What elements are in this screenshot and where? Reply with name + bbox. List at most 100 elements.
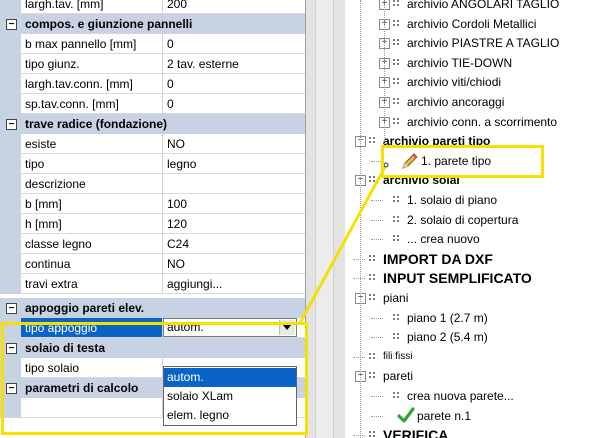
property-name: classe legno [25,237,92,251]
tree-connector [371,200,383,201]
property-value[interactable]: 0 [167,74,174,94]
property-row[interactable]: tipo appoggio autom. [0,318,305,338]
tree-node[interactable]: − archivio solai [345,170,592,190]
collapse-toggle-icon[interactable]: − [6,303,17,314]
property-value[interactable]: NO [167,134,185,154]
node-grip-icon [393,196,401,204]
property-value[interactable]: 120 [167,214,187,234]
tree-node-label: archivio pareti tipo [383,134,491,149]
tree-node[interactable]: piano 1 (2.7 m) [345,308,592,328]
row-gutter [0,74,21,94]
tree-node-label: parete n.1 [417,408,472,423]
tree-node[interactable]: + archivio PIASTRE A TAGLIO [345,33,592,53]
property-row[interactable]: sp.tav.conn. [mm] 0 [0,94,305,114]
property-row[interactable]: h [mm] 120 [0,214,305,234]
row-gutter [0,94,21,114]
node-grip-icon [393,392,401,400]
column-divider [162,94,163,114]
tree-node[interactable]: + archivio viti/chiodi [345,72,592,92]
category-row[interactable]: − solaio di testa [0,338,305,358]
tree-node[interactable]: − pareti [345,366,592,386]
row-divider [21,293,305,294]
node-grip-icon [369,294,377,302]
property-name: tipo [25,157,45,171]
row-gutter [0,0,21,14]
tree-node[interactable]: 1. solaio di piano [345,190,592,210]
tree-node[interactable]: + archivio conn. a scorrimento [345,112,592,132]
tree-node[interactable]: parete n.1 [345,406,592,426]
category-row[interactable]: − trave radice (fondazione) [0,114,305,134]
checkmark-icon [397,406,415,425]
property-value[interactable]: 100 [167,194,187,214]
grid-scrollbar[interactable] [315,0,334,438]
property-value[interactable]: 0 [167,34,174,54]
property-value[interactable]: 200 [167,0,187,14]
property-name: tipo giunz. [25,57,80,71]
category-row[interactable]: − compos. e giunzione pannelli [0,14,305,34]
column-divider [162,214,163,234]
tree-node[interactable]: piano 2 (5.4 m) [345,327,592,347]
tree-node[interactable]: − piani [345,288,592,308]
tree-node[interactable]: ... crea nuovo [345,229,592,249]
tree-node[interactable]: IMPORT DA DXF [345,249,592,269]
tree-node[interactable]: 1. parete tipo [345,151,592,171]
category-row[interactable]: − appoggio pareti elev. [0,298,305,318]
collapse-toggle-icon[interactable]: − [6,383,17,394]
property-row[interactable]: largh.tav.conn. [mm] 0 [0,74,305,94]
node-grip-icon [393,58,401,67]
dropdown-option[interactable]: elem. legno [164,406,296,425]
row-gutter [0,154,21,174]
tree-guide-line [360,0,361,438]
dropdown-option[interactable]: solaio XLam [164,387,296,406]
tree-node[interactable]: + archivio TIE-DOWN [345,53,592,73]
property-value[interactable]: 0 [167,94,174,114]
column-divider [162,234,163,254]
property-row[interactable]: tipo legno [0,154,305,174]
tipo-appoggio-dropdown-list[interactable]: autom. solaio XLam elem. legno [163,366,297,426]
property-row[interactable]: b max pannello [mm] 0 [0,34,305,54]
column-divider [162,254,163,274]
tree-connector [371,415,383,417]
property-value[interactable]: aggiungi... [167,274,222,294]
tree-node[interactable]: − archivio pareti tipo [345,131,592,151]
property-row[interactable]: classe legno C24 [0,234,305,254]
property-row[interactable]: tipo giunz. 2 tav. esterne [0,54,305,74]
tree-node[interactable]: fili fissi [345,347,592,367]
tree-node[interactable]: VERIFICA [345,425,592,438]
tree-node-label: IMPORT DA DXF [383,250,493,267]
tree-node[interactable]: + archivio ANGOLARI TAGLIO [345,0,592,14]
property-row[interactable]: continua NO [0,254,305,274]
property-row[interactable]: b [mm] 100 [0,194,305,214]
tree-node[interactable]: + archivio Cordoli Metallici [345,14,592,34]
property-name: travi extra [25,277,78,291]
tree-node[interactable]: crea nuova parete... [345,386,592,406]
row-gutter [0,254,21,274]
tipo-appoggio-combo[interactable]: autom. [163,318,297,337]
tree-node-label: ... crea nuovo [407,232,480,247]
property-row[interactable]: esiste NO [0,134,305,154]
property-value[interactable]: legno [167,154,196,174]
tree-node[interactable]: INPUT SEMPLIFICATO [345,268,592,288]
property-row[interactable]: largh.tav. [mm] 200 [0,0,305,14]
tree-connector [353,278,365,280]
tree-node-label: pareti [383,369,414,384]
dropdown-arrow-icon[interactable] [279,320,295,335]
tree-node-label: 1. parete tipo [421,153,492,168]
property-value[interactable]: NO [167,254,185,274]
property-value[interactable]: 2 tav. esterne [167,54,239,74]
tree-node-label: archivio PIASTRE A TAGLIO [407,36,560,51]
node-grip-icon [369,431,377,438]
column-divider [162,34,163,54]
dropdown-option[interactable]: autom. [164,368,296,387]
collapse-toggle-icon[interactable]: − [6,119,17,130]
tree-node[interactable]: 2. solaio di copertura [345,210,592,230]
panel-splitter[interactable] [305,0,345,438]
property-row[interactable]: descrizione [0,174,305,194]
tree-node-label: 2. solaio di copertura [407,212,519,227]
property-row[interactable]: travi extra aggiungi... [0,274,305,294]
collapse-toggle-icon[interactable]: − [6,343,17,354]
column-divider [162,74,163,94]
property-value[interactable]: C24 [167,234,189,254]
tree-node[interactable]: + archivio ancoraggi [345,92,592,112]
collapse-toggle-icon[interactable]: − [6,19,17,30]
